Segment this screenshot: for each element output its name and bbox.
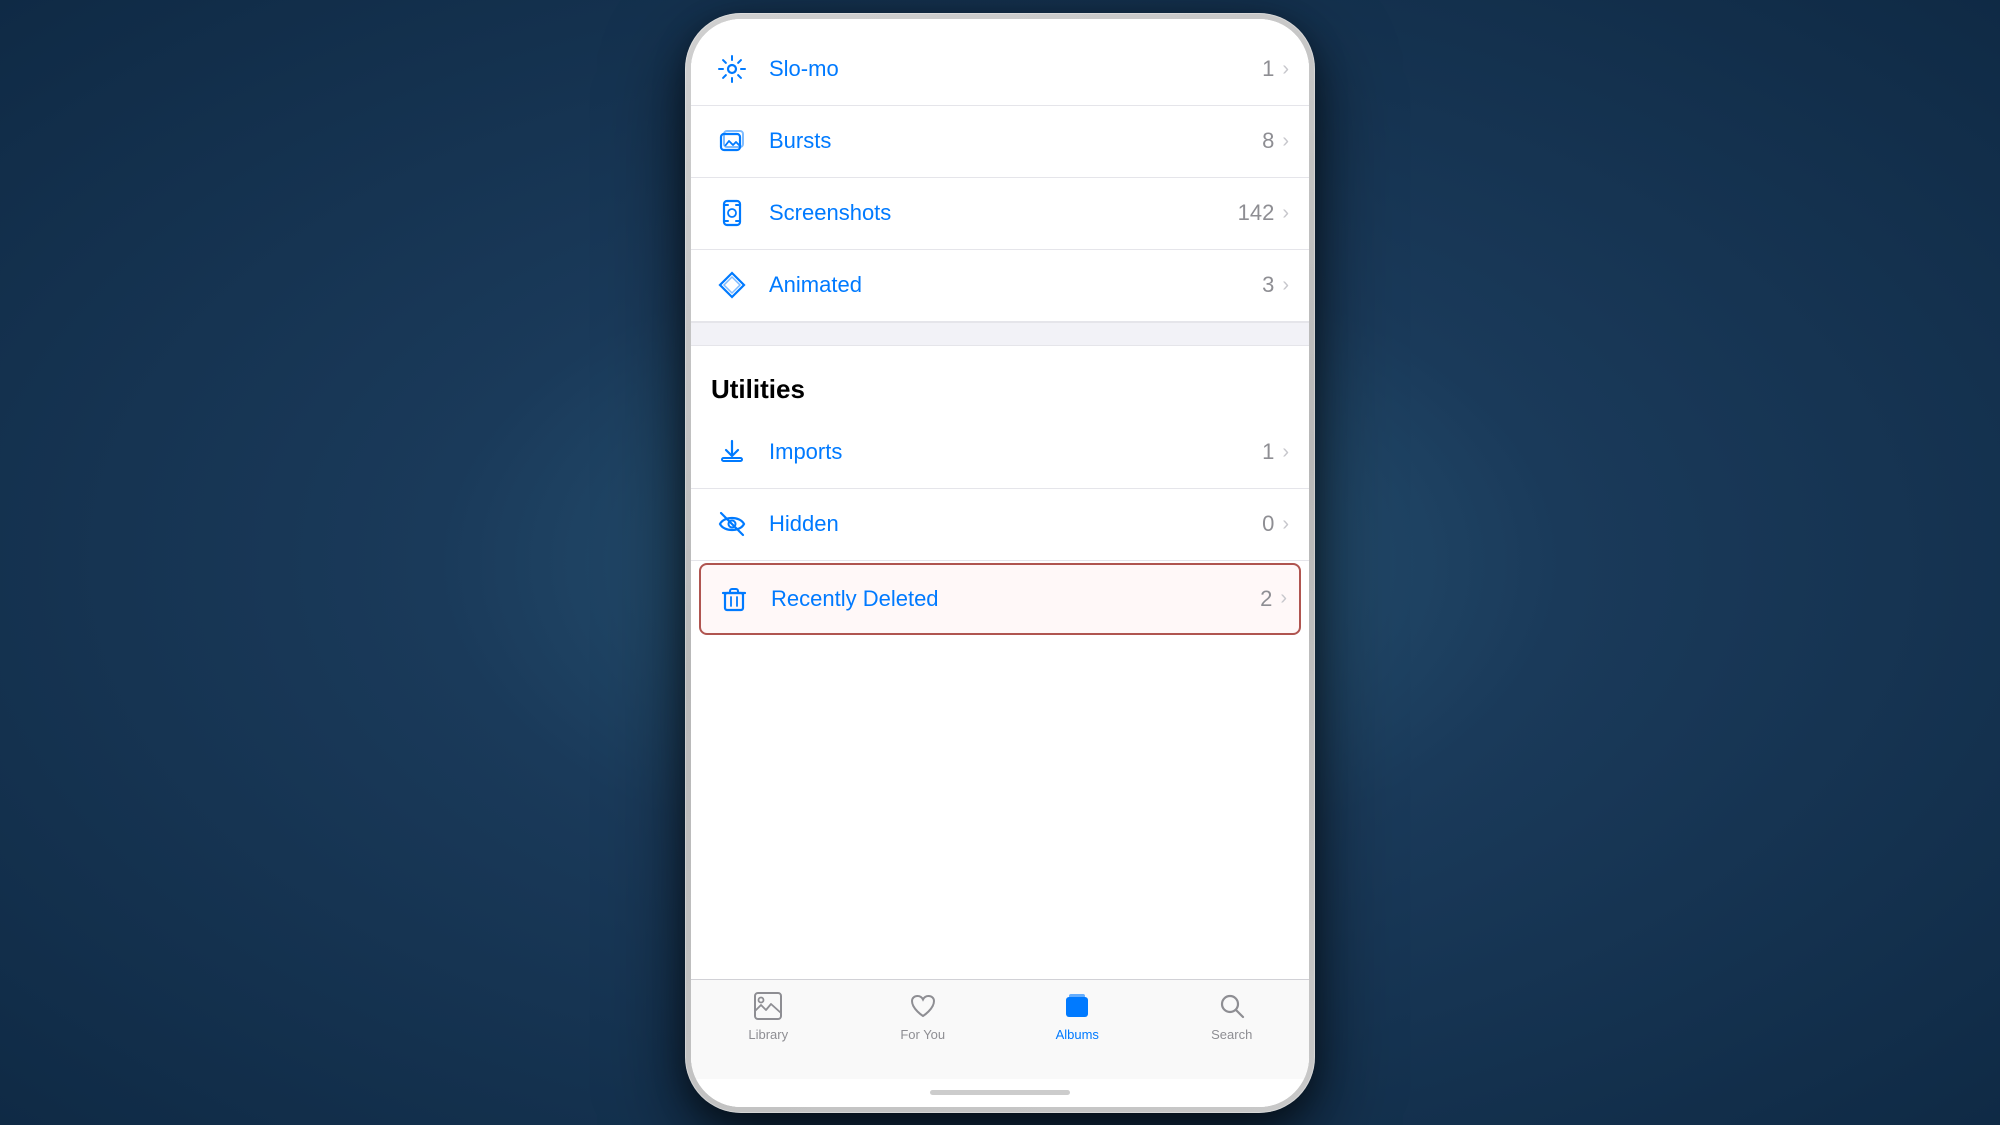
- tab-for-you[interactable]: For You: [873, 990, 973, 1042]
- item-label: Hidden: [769, 511, 1262, 537]
- for-you-icon: [907, 990, 939, 1022]
- hidden-icon: [711, 503, 753, 545]
- item-count: 1: [1262, 56, 1274, 82]
- list-item[interactable]: Hidden 0 ›: [691, 489, 1309, 561]
- list-item[interactable]: Bursts 8 ›: [691, 106, 1309, 178]
- list-area: Slo-mo 1 › Bursts 8: [691, 34, 1309, 979]
- phone-device: Slo-mo 1 › Bursts 8: [685, 13, 1315, 1113]
- screen-content: Slo-mo 1 › Bursts 8: [691, 19, 1309, 1107]
- tab-library[interactable]: Library: [718, 990, 818, 1042]
- animated-icon: [711, 264, 753, 306]
- item-count: 3: [1262, 272, 1274, 298]
- top-spacing: [691, 19, 1309, 34]
- chevron-icon: ›: [1280, 587, 1287, 610]
- tab-search[interactable]: Search: [1182, 990, 1282, 1042]
- tab-albums[interactable]: Albums: [1027, 990, 1127, 1042]
- imports-icon: [711, 431, 753, 473]
- tab-for-you-label: For You: [900, 1027, 945, 1042]
- recently-deleted-item[interactable]: Recently Deleted 2 ›: [699, 563, 1301, 635]
- tab-albums-label: Albums: [1056, 1027, 1099, 1042]
- item-label: Screenshots: [769, 200, 1238, 226]
- item-label: Slo-mo: [769, 56, 1262, 82]
- chevron-icon: ›: [1282, 513, 1289, 536]
- utilities-separator: [691, 322, 1309, 346]
- item-count: 8: [1262, 128, 1274, 154]
- home-bar: [930, 1090, 1070, 1095]
- chevron-icon: ›: [1282, 202, 1289, 225]
- library-icon: [752, 990, 784, 1022]
- chevron-icon: ›: [1282, 274, 1289, 297]
- chevron-icon: ›: [1282, 58, 1289, 81]
- item-label: Animated: [769, 272, 1262, 298]
- list-item[interactable]: Slo-mo 1 ›: [691, 34, 1309, 106]
- item-count: 0: [1262, 511, 1274, 537]
- tab-bar: Library For You: [691, 979, 1309, 1079]
- tab-search-label: Search: [1211, 1027, 1252, 1042]
- item-label: Bursts: [769, 128, 1262, 154]
- albums-icon: [1061, 990, 1093, 1022]
- list-item[interactable]: Animated 3 ›: [691, 250, 1309, 322]
- search-icon: [1216, 990, 1248, 1022]
- chevron-icon: ›: [1282, 441, 1289, 464]
- home-indicator: [691, 1079, 1309, 1107]
- tab-library-label: Library: [748, 1027, 788, 1042]
- item-count: 1: [1262, 439, 1274, 465]
- chevron-icon: ›: [1282, 130, 1289, 153]
- screenshots-icon: [711, 192, 753, 234]
- list-item[interactable]: Imports 1 ›: [691, 417, 1309, 489]
- slo-mo-icon: [711, 48, 753, 90]
- phone-screen: Slo-mo 1 › Bursts 8: [691, 19, 1309, 1107]
- trash-icon: [713, 578, 755, 620]
- item-count: 142: [1238, 200, 1275, 226]
- list-item[interactable]: Screenshots 142 ›: [691, 178, 1309, 250]
- item-label: Recently Deleted: [771, 586, 1260, 612]
- utilities-section-header: Utilities: [691, 346, 1309, 417]
- item-count: 2: [1260, 586, 1272, 612]
- bursts-icon: [711, 120, 753, 162]
- item-label: Imports: [769, 439, 1262, 465]
